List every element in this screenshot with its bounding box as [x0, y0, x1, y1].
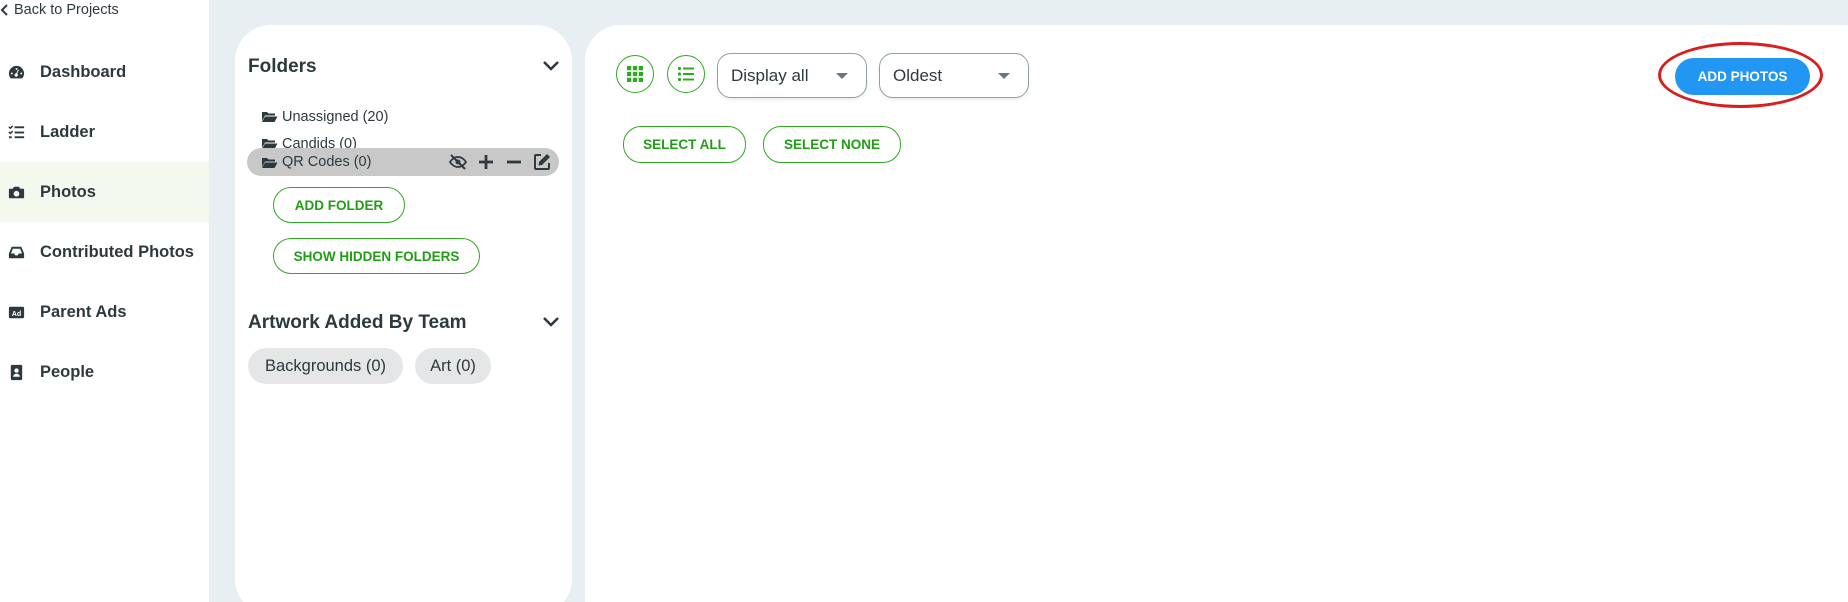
checklist-icon: [6, 122, 26, 142]
folder-label: Unassigned (20): [282, 108, 389, 125]
artwork-art-chip[interactable]: Art (0): [415, 348, 491, 384]
back-link-label: Back to Projects: [14, 2, 119, 18]
sidebar-item-contributed-photos[interactable]: Contributed Photos: [0, 222, 209, 282]
photos-main-panel: Display all Oldest SELECT ALL SELECT NON…: [585, 25, 1848, 602]
sidebar-nav: Dashboard Ladder Photos Contributed Phot…: [0, 42, 209, 402]
plus-icon: [479, 155, 493, 169]
folder-open-icon: [262, 157, 278, 168]
sidebar: Back to Projects Dashboard Ladder Photos…: [0, 0, 209, 602]
dashboard-gauge-icon: [6, 62, 26, 82]
sidebar-item-label: People: [40, 362, 95, 381]
edit-icon: [534, 154, 550, 170]
show-hidden-folders-button[interactable]: SHOW HIDDEN FOLDERS: [273, 238, 480, 274]
sidebar-item-label: Dashboard: [40, 62, 127, 81]
folders-heading: Folders: [248, 56, 317, 77]
sidebar-item-dashboard[interactable]: Dashboard: [0, 42, 209, 102]
edit-folder-button[interactable]: [531, 151, 553, 173]
sidebar-item-label: Ladder: [40, 122, 96, 141]
chevron-down-icon[interactable]: [542, 316, 560, 328]
inbox-tray-icon: [6, 242, 26, 262]
add-photos-button[interactable]: ADD PHOTOS: [1675, 58, 1810, 95]
artwork-heading: Artwork Added By Team: [248, 312, 467, 333]
sidebar-item-label: Photos: [40, 182, 96, 201]
svg-text:Ad: Ad: [11, 309, 20, 317]
folder-label: QR Codes (0): [282, 154, 372, 170]
sidebar-item-label: Parent Ads: [40, 302, 127, 321]
grid-view-button[interactable]: [616, 55, 654, 93]
select-none-button[interactable]: SELECT NONE: [763, 126, 901, 163]
display-filter-value: Display all: [731, 65, 809, 85]
sidebar-item-parent-ads[interactable]: Ad Parent Ads: [0, 282, 209, 342]
sidebar-item-photos[interactable]: Photos: [0, 162, 209, 222]
folder-row-actions: [447, 151, 553, 173]
ad-badge-icon: Ad: [6, 302, 26, 322]
contact-card-icon: [6, 362, 26, 382]
chevron-left-icon: [0, 4, 8, 16]
select-all-button[interactable]: SELECT ALL: [623, 126, 746, 163]
sort-order-value: Oldest: [893, 65, 943, 85]
add-folder-button[interactable]: ADD FOLDER: [273, 187, 405, 223]
caret-down-icon: [836, 73, 848, 79]
folder-item-qr-codes[interactable]: QR Codes (0): [247, 148, 559, 176]
caret-down-icon: [998, 73, 1010, 79]
folder-open-icon: [262, 112, 278, 122]
camera-icon: [6, 182, 26, 202]
list-view-button[interactable]: [667, 55, 705, 93]
sidebar-item-ladder[interactable]: Ladder: [0, 102, 209, 162]
back-to-projects-link[interactable]: Back to Projects: [0, 2, 119, 18]
display-filter-select[interactable]: Display all: [717, 53, 867, 98]
add-subfolder-button[interactable]: [475, 151, 497, 173]
sidebar-item-label: Contributed Photos: [40, 242, 194, 261]
remove-folder-button[interactable]: [503, 151, 525, 173]
minus-icon: [507, 160, 521, 164]
sort-order-select[interactable]: Oldest: [879, 53, 1029, 98]
chevron-down-icon[interactable]: [542, 60, 560, 72]
grid-icon: [627, 66, 643, 82]
list-icon: [677, 66, 694, 82]
eye-slash-icon: [448, 154, 468, 170]
sidebar-item-people[interactable]: People: [0, 342, 209, 402]
folders-panel: Folders Unassigned (20) Candids (0) QR C…: [235, 25, 572, 602]
artwork-backgrounds-chip[interactable]: Backgrounds (0): [248, 348, 403, 384]
folder-item-unassigned[interactable]: Unassigned (20): [247, 103, 559, 130]
hide-folder-button[interactable]: [447, 151, 469, 173]
